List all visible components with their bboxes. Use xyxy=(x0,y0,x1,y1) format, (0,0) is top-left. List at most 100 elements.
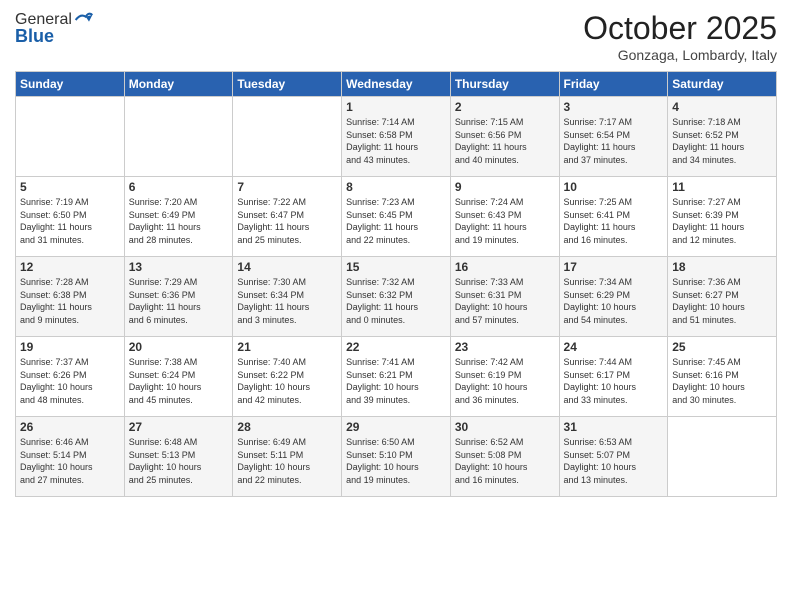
day-info: Sunrise: 7:27 AM Sunset: 6:39 PM Dayligh… xyxy=(672,196,772,246)
day-number: 18 xyxy=(672,260,772,274)
calendar-cell xyxy=(668,417,777,497)
day-number: 19 xyxy=(20,340,120,354)
day-number: 1 xyxy=(346,100,446,114)
day-of-week-tuesday: Tuesday xyxy=(233,72,342,97)
day-number: 29 xyxy=(346,420,446,434)
day-info: Sunrise: 6:46 AM Sunset: 5:14 PM Dayligh… xyxy=(20,436,120,486)
calendar-cell: 14 Sunrise: 7:30 AM Sunset: 6:34 PM Dayli… xyxy=(233,257,342,337)
day-info: Sunrise: 7:14 AM Sunset: 6:58 PM Dayligh… xyxy=(346,116,446,166)
day-info: Sunrise: 7:30 AM Sunset: 6:34 PM Dayligh… xyxy=(237,276,337,326)
logo-icon xyxy=(74,10,94,30)
day-info: Sunrise: 7:17 AM Sunset: 6:54 PM Dayligh… xyxy=(564,116,664,166)
calendar-cell: 9Sunrise: 7:24 AM Sunset: 6:43 PM Daylig… xyxy=(450,177,559,257)
calendar-cell: 12 Sunrise: 7:28 AM Sunset: 6:38 PM Dayli… xyxy=(16,257,125,337)
calendar-cell: 31 Sunrise: 6:53 AM Sunset: 5:07 PM Dayli… xyxy=(559,417,668,497)
day-info: Sunrise: 7:28 AM Sunset: 6:38 PM Dayligh… xyxy=(20,276,120,326)
day-info: Sunrise: 7:40 AM Sunset: 6:22 PM Dayligh… xyxy=(237,356,337,406)
day-info: Sunrise: 6:52 AM Sunset: 5:08 PM Dayligh… xyxy=(455,436,555,486)
header: General Blue October 2025 Gonzaga, Lomba… xyxy=(15,10,777,63)
week-row-2: 5 Sunrise: 7:19 AM Sunset: 6:50 PM Daylig… xyxy=(16,177,777,257)
day-info: Sunrise: 7:33 AM Sunset: 6:31 PM Dayligh… xyxy=(455,276,555,326)
day-info: Sunrise: 7:32 AM Sunset: 6:32 PM Dayligh… xyxy=(346,276,446,326)
calendar-cell xyxy=(124,97,233,177)
day-number: 9 xyxy=(455,180,555,194)
day-info: Sunrise: 7:25 AM Sunset: 6:41 PM Dayligh… xyxy=(564,196,664,246)
day-number: 7 xyxy=(237,180,337,194)
calendar-cell: 5 Sunrise: 7:19 AM Sunset: 6:50 PM Daylig… xyxy=(16,177,125,257)
calendar-cell: 25 Sunrise: 7:45 AM Sunset: 6:16 PM Dayli… xyxy=(668,337,777,417)
calendar-cell: 1 Sunrise: 7:14 AM Sunset: 6:58 PM Daylig… xyxy=(342,97,451,177)
calendar-cell: 24Sunrise: 7:44 AM Sunset: 6:17 PM Dayli… xyxy=(559,337,668,417)
day-number: 25 xyxy=(672,340,772,354)
header-row: SundayMondayTuesdayWednesdayThursdayFrid… xyxy=(16,72,777,97)
day-number: 22 xyxy=(346,340,446,354)
day-number: 28 xyxy=(237,420,337,434)
calendar-cell: 27Sunrise: 6:48 AM Sunset: 5:13 PM Dayli… xyxy=(124,417,233,497)
calendar-cell: 15 Sunrise: 7:32 AM Sunset: 6:32 PM Dayli… xyxy=(342,257,451,337)
day-info: Sunrise: 7:38 AM Sunset: 6:24 PM Dayligh… xyxy=(129,356,229,406)
calendar-table: SundayMondayTuesdayWednesdayThursdayFrid… xyxy=(15,71,777,497)
day-info: Sunrise: 7:36 AM Sunset: 6:27 PM Dayligh… xyxy=(672,276,772,326)
day-number: 2 xyxy=(455,100,555,114)
day-number: 12 xyxy=(20,260,120,274)
calendar-cell: 21Sunrise: 7:40 AM Sunset: 6:22 PM Dayli… xyxy=(233,337,342,417)
calendar-cell: 26 Sunrise: 6:46 AM Sunset: 5:14 PM Dayli… xyxy=(16,417,125,497)
calendar-cell: 20Sunrise: 7:38 AM Sunset: 6:24 PM Dayli… xyxy=(124,337,233,417)
day-info: Sunrise: 6:49 AM Sunset: 5:11 PM Dayligh… xyxy=(237,436,337,486)
day-number: 16 xyxy=(455,260,555,274)
calendar-cell xyxy=(16,97,125,177)
day-info: Sunrise: 6:53 AM Sunset: 5:07 PM Dayligh… xyxy=(564,436,664,486)
day-info: Sunrise: 6:50 AM Sunset: 5:10 PM Dayligh… xyxy=(346,436,446,486)
calendar-cell: 16 Sunrise: 7:33 AM Sunset: 6:31 PM Dayli… xyxy=(450,257,559,337)
calendar-cell: 29 Sunrise: 6:50 AM Sunset: 5:10 PM Dayli… xyxy=(342,417,451,497)
day-of-week-friday: Friday xyxy=(559,72,668,97)
day-info: Sunrise: 7:18 AM Sunset: 6:52 PM Dayligh… xyxy=(672,116,772,166)
day-info: Sunrise: 7:34 AM Sunset: 6:29 PM Dayligh… xyxy=(564,276,664,326)
day-number: 14 xyxy=(237,260,337,274)
calendar-cell: 6 Sunrise: 7:20 AM Sunset: 6:49 PM Daylig… xyxy=(124,177,233,257)
calendar-cell: 11Sunrise: 7:27 AM Sunset: 6:39 PM Dayli… xyxy=(668,177,777,257)
calendar-cell: 3 Sunrise: 7:17 AM Sunset: 6:54 PM Daylig… xyxy=(559,97,668,177)
day-info: Sunrise: 7:37 AM Sunset: 6:26 PM Dayligh… xyxy=(20,356,120,406)
day-info: Sunrise: 7:29 AM Sunset: 6:36 PM Dayligh… xyxy=(129,276,229,326)
month-title: October 2025 xyxy=(583,10,777,47)
day-number: 6 xyxy=(129,180,229,194)
day-info: Sunrise: 7:23 AM Sunset: 6:45 PM Dayligh… xyxy=(346,196,446,246)
day-number: 8 xyxy=(346,180,446,194)
day-number: 23 xyxy=(455,340,555,354)
day-number: 24 xyxy=(564,340,664,354)
day-of-week-saturday: Saturday xyxy=(668,72,777,97)
day-of-week-wednesday: Wednesday xyxy=(342,72,451,97)
day-info: Sunrise: 7:42 AM Sunset: 6:19 PM Dayligh… xyxy=(455,356,555,406)
day-number: 5 xyxy=(20,180,120,194)
day-info: Sunrise: 7:19 AM Sunset: 6:50 PM Dayligh… xyxy=(20,196,120,246)
day-of-week-monday: Monday xyxy=(124,72,233,97)
calendar-cell: 19 Sunrise: 7:37 AM Sunset: 6:26 PM Dayli… xyxy=(16,337,125,417)
day-number: 15 xyxy=(346,260,446,274)
week-row-3: 12 Sunrise: 7:28 AM Sunset: 6:38 PM Dayli… xyxy=(16,257,777,337)
title-block: October 2025 Gonzaga, Lombardy, Italy xyxy=(583,10,777,63)
calendar-cell: 28 Sunrise: 6:49 AM Sunset: 5:11 PM Dayli… xyxy=(233,417,342,497)
calendar-cell: 13 Sunrise: 7:29 AM Sunset: 6:36 PM Dayli… xyxy=(124,257,233,337)
day-number: 26 xyxy=(20,420,120,434)
calendar-cell: 10Sunrise: 7:25 AM Sunset: 6:41 PM Dayli… xyxy=(559,177,668,257)
logo: General Blue xyxy=(15,10,94,47)
calendar-cell: 8 Sunrise: 7:23 AM Sunset: 6:45 PM Daylig… xyxy=(342,177,451,257)
day-number: 27 xyxy=(129,420,229,434)
day-number: 3 xyxy=(564,100,664,114)
day-number: 4 xyxy=(672,100,772,114)
day-of-week-sunday: Sunday xyxy=(16,72,125,97)
location: Gonzaga, Lombardy, Italy xyxy=(583,47,777,63)
week-row-5: 26 Sunrise: 6:46 AM Sunset: 5:14 PM Dayli… xyxy=(16,417,777,497)
week-row-4: 19 Sunrise: 7:37 AM Sunset: 6:26 PM Dayli… xyxy=(16,337,777,417)
day-info: Sunrise: 7:15 AM Sunset: 6:56 PM Dayligh… xyxy=(455,116,555,166)
day-number: 13 xyxy=(129,260,229,274)
day-info: Sunrise: 7:45 AM Sunset: 6:16 PM Dayligh… xyxy=(672,356,772,406)
day-info: Sunrise: 7:22 AM Sunset: 6:47 PM Dayligh… xyxy=(237,196,337,246)
calendar-cell: 18 Sunrise: 7:36 AM Sunset: 6:27 PM Dayli… xyxy=(668,257,777,337)
day-number: 30 xyxy=(455,420,555,434)
day-number: 31 xyxy=(564,420,664,434)
day-info: Sunrise: 7:20 AM Sunset: 6:49 PM Dayligh… xyxy=(129,196,229,246)
calendar-cell xyxy=(233,97,342,177)
day-number: 17 xyxy=(564,260,664,274)
